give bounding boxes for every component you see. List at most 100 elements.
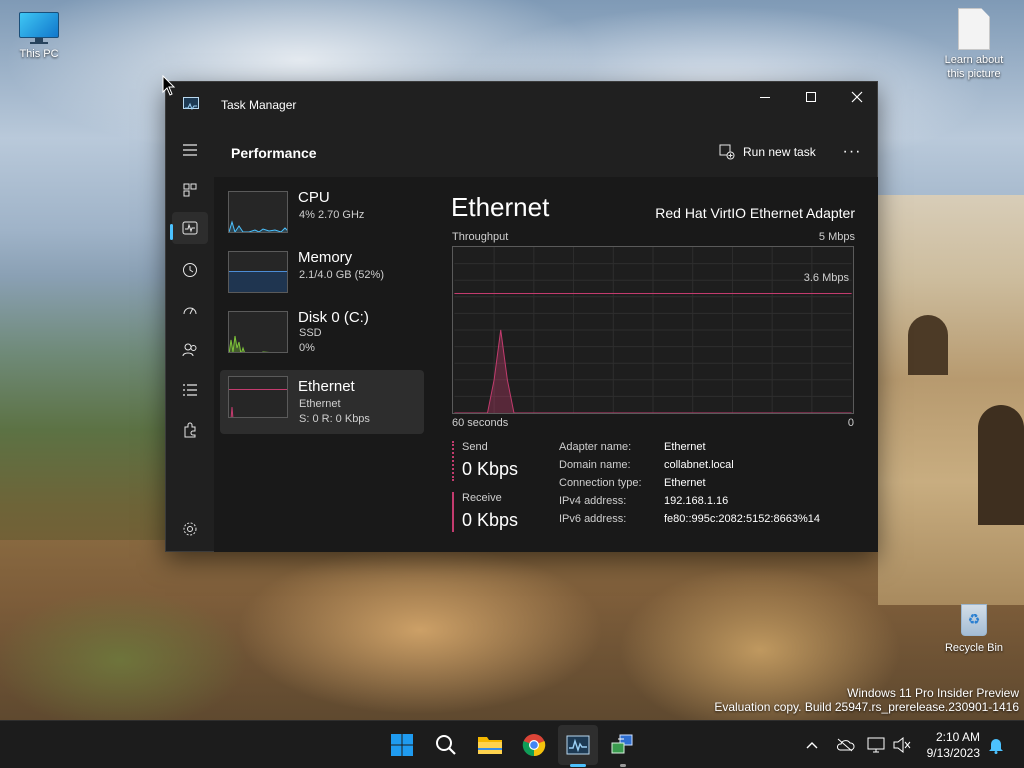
receive-value: 0 Kbps xyxy=(462,510,519,530)
info-row: IPv4 address: 192.168.1.16 xyxy=(559,495,820,513)
nav-performance[interactable] xyxy=(172,212,208,244)
notifications-button[interactable] xyxy=(984,725,1008,765)
volume-tray-button[interactable] xyxy=(890,725,914,765)
app-history-icon xyxy=(183,263,197,277)
perf-item-sub: 4% 2.70 GHz xyxy=(299,209,365,221)
perf-item-memory[interactable]: Memory 2.1/4.0 GB (52%) xyxy=(220,245,424,309)
reference-line-label: 3.6 Mbps xyxy=(803,272,849,284)
title-bar[interactable]: Task Manager xyxy=(166,82,877,126)
display-tray-button[interactable] xyxy=(864,725,888,765)
watermark-line: Evaluation copy. Build 25947.rs_prerelea… xyxy=(714,700,1019,714)
perf-item-name: Disk 0 (C:) xyxy=(298,309,369,326)
info-key: IPv4 address: xyxy=(559,495,627,507)
volume-muted-icon xyxy=(893,737,911,753)
run-new-task-label: Run new task xyxy=(743,145,816,159)
search-icon xyxy=(436,735,456,755)
processes-icon xyxy=(183,183,197,197)
start-icon xyxy=(391,734,413,756)
details-icon xyxy=(183,384,197,396)
chrome-button[interactable] xyxy=(514,725,554,765)
watermark-line: Windows 11 Pro Insider Preview xyxy=(847,686,1019,700)
send-stat: Send 0 Kbps xyxy=(452,441,518,481)
perf-item-sub: SSD xyxy=(299,327,322,339)
perf-item-disk[interactable]: Disk 0 (C:) SSD 0% xyxy=(220,305,424,369)
recycle-bin-icon: ♻ xyxy=(957,598,991,638)
users-icon xyxy=(182,343,197,357)
taskbar-clock[interactable]: 2:10 AM 9/13/2023 xyxy=(927,729,980,761)
perf-item-cpu[interactable]: CPU 4% 2.70 GHz xyxy=(220,185,424,249)
os-watermark: Windows 11 Pro Insider Preview Evaluatio… xyxy=(714,686,1019,714)
perf-item-name: Ethernet xyxy=(298,378,355,395)
desktop-icon-recycle-bin[interactable]: ♻ Recycle Bin xyxy=(939,598,1009,655)
running-app-indicator xyxy=(620,764,626,767)
info-key: Adapter name: xyxy=(559,441,632,453)
search-button[interactable] xyxy=(426,725,466,765)
throughput-chart: 3.6 Mbps xyxy=(452,246,854,414)
desktop-icon-label: Recycle Bin xyxy=(944,642,1004,654)
window-title: Task Manager xyxy=(221,98,297,112)
performance-icon xyxy=(182,221,198,235)
onedrive-tray-button[interactable] xyxy=(832,725,858,765)
perf-item-name: Memory xyxy=(298,249,353,266)
x-axis-left-label: 60 seconds xyxy=(452,417,509,429)
task-manager-window: Task Manager Performance Run new task ··… xyxy=(165,81,878,552)
info-row: Domain name: collabnet.local xyxy=(559,459,820,477)
perf-item-ethernet[interactable]: Ethernet Ethernet S: 0 R: 0 Kbps xyxy=(220,370,424,434)
perf-item-sub: S: 0 R: 0 Kbps xyxy=(299,413,370,425)
nav-details[interactable] xyxy=(178,378,202,402)
run-new-task-icon xyxy=(719,144,735,160)
more-options-button[interactable]: ··· xyxy=(836,136,868,168)
minimize-icon xyxy=(760,96,770,98)
startup-apps-icon xyxy=(183,307,197,315)
show-hidden-icons-button[interactable] xyxy=(800,725,824,765)
nav-app-history[interactable] xyxy=(178,258,202,282)
info-row: Adapter name: Ethernet xyxy=(559,441,820,459)
info-value: 192.168.1.16 xyxy=(664,495,729,507)
perf-item-sub: 2.1/4.0 GB (52%) xyxy=(299,269,384,281)
info-row: IPv6 address: fe80::995c:2082:5152:8663%1… xyxy=(559,513,820,531)
send-label: Send xyxy=(462,441,488,453)
page-title: Performance xyxy=(231,145,317,161)
wallpaper-town xyxy=(878,195,1024,605)
memory-thumbnail-graph xyxy=(228,251,288,293)
nav-active-indicator xyxy=(170,224,173,240)
run-new-task-button[interactable]: Run new task xyxy=(719,136,829,168)
services-icon xyxy=(184,422,196,438)
ethernet-detail-panel: Ethernet Red Hat VirtIO Ethernet Adapter… xyxy=(444,177,874,552)
perf-item-sub: Ethernet xyxy=(299,398,341,410)
task-manager-icon xyxy=(566,735,590,755)
display-icon xyxy=(867,737,885,753)
info-value: fe80::995c:2082:5152:8663%14 xyxy=(664,513,820,525)
info-value: collabnet.local xyxy=(664,459,734,471)
desktop-icon-this-pc[interactable]: This PC xyxy=(4,10,74,61)
send-value: 0 Kbps xyxy=(462,459,519,479)
detail-title: Ethernet xyxy=(451,192,550,222)
start-button[interactable] xyxy=(382,725,422,765)
task-manager-taskbar-button[interactable] xyxy=(558,725,598,765)
clock-time: 2:10 AM xyxy=(935,730,980,744)
info-value: Ethernet xyxy=(664,441,706,453)
file-explorer-button[interactable] xyxy=(470,725,510,765)
hamburger-menu-button[interactable] xyxy=(178,138,202,162)
taskbar: 2:10 AM 9/13/2023 xyxy=(0,720,1024,768)
this-pc-icon xyxy=(18,10,60,44)
nav-users[interactable] xyxy=(178,338,202,362)
adapter-info: Adapter name: Ethernet Domain name: collab… xyxy=(559,441,820,531)
desktop-icon-label: This PC xyxy=(19,48,59,60)
task-manager-app-icon xyxy=(183,97,199,111)
nav-processes[interactable] xyxy=(178,178,202,202)
close-icon xyxy=(851,91,863,103)
nav-startup-apps[interactable] xyxy=(178,298,202,322)
info-value: Ethernet xyxy=(664,477,706,489)
receive-stat: Receive 0 Kbps xyxy=(452,492,518,532)
nav-services[interactable] xyxy=(178,418,202,442)
cpu-thumbnail-graph xyxy=(228,191,288,233)
maximize-button[interactable] xyxy=(788,82,834,112)
page-header: Performance Run new task ··· xyxy=(214,126,878,177)
adapter-description: Red Hat VirtIO Ethernet Adapter xyxy=(655,205,855,221)
minimize-button[interactable] xyxy=(742,82,788,112)
close-button[interactable] xyxy=(834,82,880,112)
network-app-button[interactable] xyxy=(602,725,642,765)
desktop-icon-learn-about-picture[interactable]: Learn about this picture xyxy=(939,8,1009,81)
nav-settings[interactable] xyxy=(178,517,202,541)
